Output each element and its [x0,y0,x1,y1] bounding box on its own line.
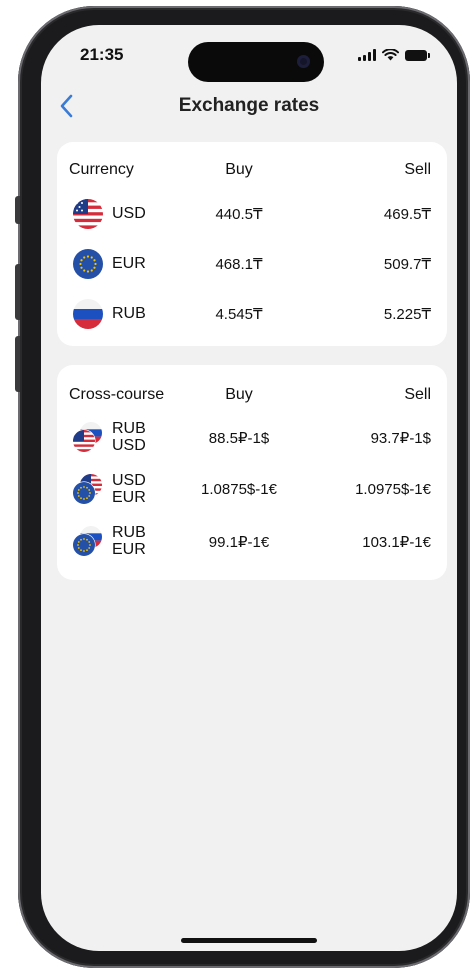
battery-icon [405,50,430,61]
pair-bottom-code: EUR [112,489,146,506]
buy-value: 88.5₽-1$ [208,430,270,447]
header-cross-course: Cross-course [69,386,165,403]
header-currency: Currency [69,161,134,178]
mute-switch [15,196,20,224]
rate-row-eur[interactable]: EUR 468.1₸ 509.7₸ [69,246,431,282]
eu-flag-icon [73,249,103,279]
currency-code: EUR [112,255,146,272]
rate-row-usd[interactable]: USD 440.5₸ 469.5₸ [69,196,431,232]
nav-bar: Exchange rates [41,91,457,121]
status-icons [358,49,430,61]
sell-value: 509.7₸ [383,256,431,273]
camera-icon [297,55,310,68]
pair-top-code: RUB [112,420,146,437]
rates-card: Currency Buy Sell USD 440.5₸ 469.5₸ EUR … [57,142,447,346]
cross-row-rub-usd[interactable]: RUB USD 88.5₽-1$ 93.7₽-1$ [69,417,431,457]
sell-value: 103.1₽-1€ [362,534,431,551]
pair-top-code: USD [112,472,146,489]
dynamic-island [188,42,324,82]
currency-code: RUB [112,305,146,322]
volume-up-button [15,264,20,320]
ru-us-flag-icon [73,422,102,452]
header-buy: Buy [225,386,253,403]
header-sell: Sell [404,161,431,178]
ru-flag-icon [73,299,103,329]
currency-code: USD [112,205,146,222]
header-sell: Sell [404,386,431,403]
pair-bottom-code: USD [112,437,146,454]
buy-value: 99.1₽-1€ [208,534,270,551]
sell-value: 93.7₽-1$ [370,430,431,447]
us-flag-icon [73,199,103,229]
sell-value: 5.225₸ [383,306,431,323]
pair-top-code: RUB [112,524,146,541]
us-eu-flag-icon [73,474,102,504]
buy-value: 440.5₸ [215,206,263,223]
wifi-icon [382,49,399,61]
sell-value: 469.5₸ [383,206,431,223]
rate-row-rub[interactable]: RUB 4.545₸ 5.225₸ [69,296,431,332]
cross-course-card: Cross-course Buy Sell RUB USD 88.5₽-1$ 9… [57,365,447,580]
status-time: 21:35 [80,45,124,64]
screen: 21:35 Exchange rates Currency Buy Sell U… [41,25,457,951]
buy-value: 4.545₸ [215,306,263,323]
home-indicator[interactable] [181,938,317,943]
header-buy: Buy [225,161,253,178]
signal-icon [358,49,376,61]
cross-row-usd-eur[interactable]: USD EUR 1.0875$-1€ 1.0975$-1€ [69,469,431,509]
sell-value: 1.0975$-1€ [355,481,431,498]
page-title: Exchange rates [178,95,320,116]
pair-bottom-code: EUR [112,541,146,558]
ru-eu-flag-icon [73,526,102,556]
cross-row-rub-eur[interactable]: RUB EUR 99.1₽-1€ 103.1₽-1€ [69,521,431,561]
volume-down-button [15,336,20,392]
buy-value: 468.1₸ [215,256,263,273]
buy-value: 1.0875$-1€ [201,481,277,498]
